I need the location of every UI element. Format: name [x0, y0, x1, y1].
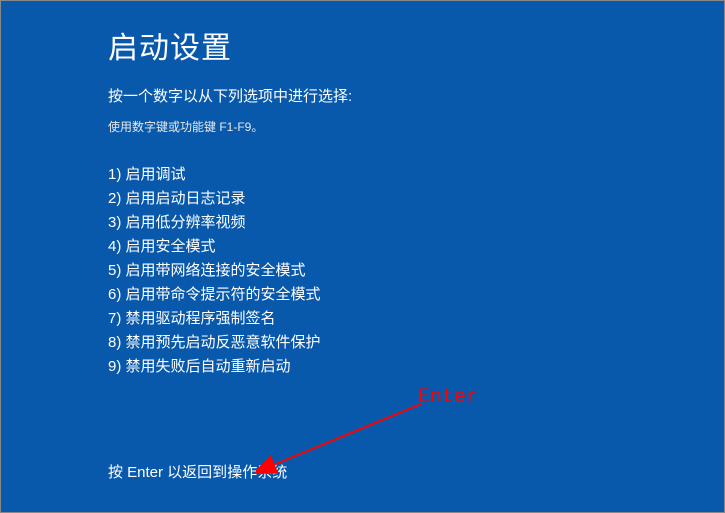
- startup-options-list: 1) 启用调试 2) 启用启动日志记录 3) 启用低分辨率视频 4) 启用安全模…: [108, 163, 724, 379]
- option-6-safe-mode-cmd[interactable]: 6) 启用带命令提示符的安全模式: [108, 283, 724, 307]
- option-9-disable-auto-restart[interactable]: 9) 禁用失败后自动重新启动: [108, 355, 724, 379]
- option-3-low-res-video[interactable]: 3) 启用低分辨率视频: [108, 211, 724, 235]
- page-title: 启动设置: [108, 23, 724, 67]
- option-1-debug[interactable]: 1) 启用调试: [108, 163, 724, 187]
- option-8-disable-antimalware[interactable]: 8) 禁用预先启动反恶意软件保护: [108, 331, 724, 355]
- sub-instruction: 使用数字键或功能键 F1-F9。: [108, 118, 724, 135]
- main-instruction: 按一个数字以从下列选项中进行选择:: [108, 85, 724, 106]
- option-2-boot-logging[interactable]: 2) 启用启动日志记录: [108, 187, 724, 211]
- footer-instruction[interactable]: 按 Enter 以返回到操作系统: [108, 461, 287, 482]
- option-5-safe-mode-networking[interactable]: 5) 启用带网络连接的安全模式: [108, 259, 724, 283]
- option-7-disable-driver-sig[interactable]: 7) 禁用驱动程序强制签名: [108, 307, 724, 331]
- annotation-label: Enter: [418, 386, 478, 409]
- option-4-safe-mode[interactable]: 4) 启用安全模式: [108, 235, 724, 259]
